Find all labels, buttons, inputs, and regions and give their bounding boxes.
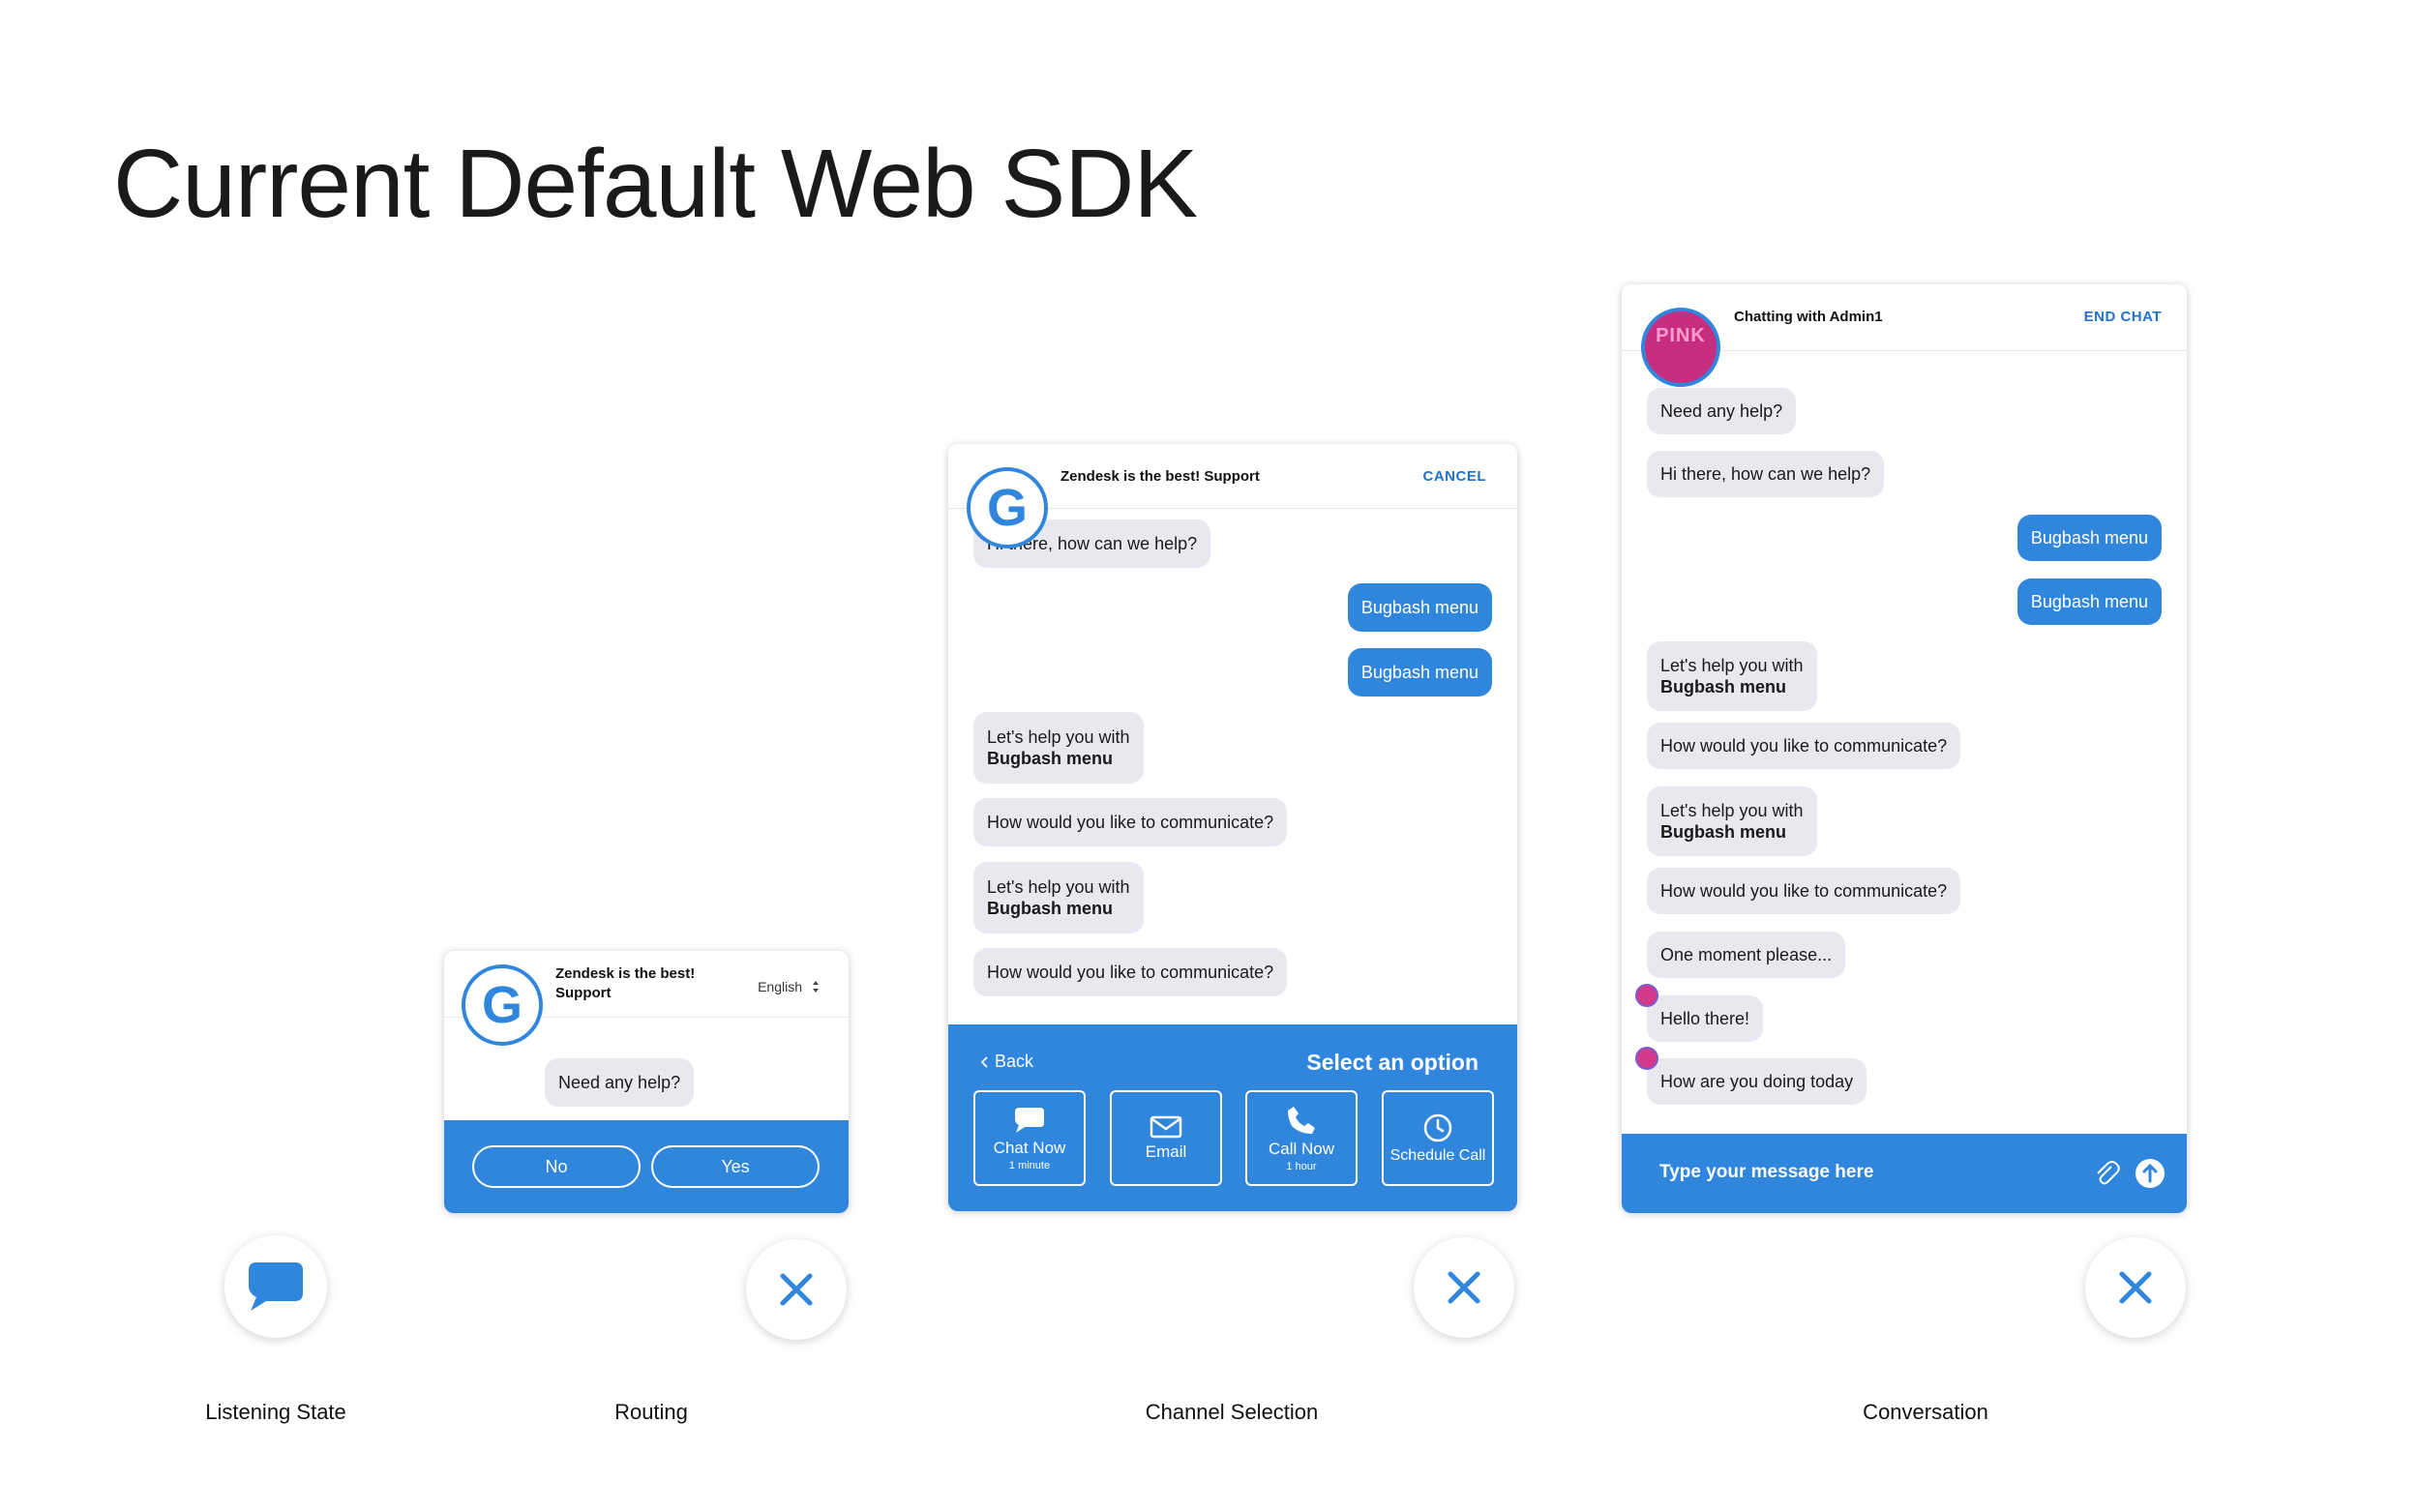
cancel-button[interactable]: CANCEL <box>1423 468 1487 485</box>
end-chat-button[interactable]: END CHAT <box>2084 309 2162 325</box>
agent-avatar-text: PINK <box>1656 325 1706 346</box>
message-input[interactable]: Type your message here <box>1659 1162 1873 1183</box>
close-icon <box>1448 1271 1480 1304</box>
message-bot: One moment please... <box>1647 932 1846 978</box>
caption-conversation: Conversation <box>1863 1400 1988 1424</box>
email-option[interactable]: Email <box>1110 1090 1222 1186</box>
caption-channel: Channel Selection <box>1145 1400 1319 1424</box>
select-option-heading: Select an option <box>1306 1050 1478 1075</box>
message-bot: How would you like to communicate? <box>973 798 1288 846</box>
chevron-left-icon <box>981 1055 988 1068</box>
message-agent: Hello there! <box>1647 995 1764 1042</box>
channel-widget: Zendesk is the best! Support CANCEL G Hi… <box>948 444 1517 1211</box>
back-button[interactable]: Back <box>981 1052 1033 1072</box>
message-bot: How would you like to communicate? <box>1647 723 1961 769</box>
phone-icon <box>1288 1106 1315 1134</box>
conversation-header-title: Chatting with Admin1 <box>1734 309 1883 325</box>
routing-message: Need any help? <box>545 1058 695 1107</box>
close-icon <box>2119 1271 2152 1304</box>
brand-avatar: G <box>967 467 1048 548</box>
chat-bubble-icon <box>1015 1107 1044 1133</box>
paperclip-icon[interactable] <box>2092 1159 2121 1188</box>
agent-mini-avatar <box>1635 984 1658 1007</box>
message-bot: How would you like to communicate? <box>973 948 1288 996</box>
chat-bubble-icon <box>249 1262 303 1311</box>
conversation-composer: Type your message here <box>1622 1134 2187 1213</box>
channel-footer: Back Select an option Chat Now 1 minute … <box>948 1024 1517 1211</box>
language-label: English <box>758 979 802 994</box>
message-bot: Let's help you with Bugbash menu <box>973 862 1144 934</box>
call-now-label: Call Now <box>1268 1139 1335 1158</box>
message-user: Bugbash menu <box>1347 648 1492 697</box>
message-user: Bugbash menu <box>2016 578 2162 625</box>
close-icon <box>780 1273 813 1306</box>
caption-listening: Listening State <box>205 1400 346 1424</box>
message-bot: Let's help you with Bugbash menu <box>973 712 1144 784</box>
routing-header-title: Zendesk is the best! Support <box>555 965 696 1002</box>
message-bot: Let's help you with Bugbash menu <box>1647 786 1817 856</box>
conversation-widget: Chatting with Admin1 END CHAT PINK Need … <box>1622 284 2187 1213</box>
schedule-call-label: Schedule Call <box>1389 1146 1486 1164</box>
message-bot: Hi there, how can we help? <box>1647 451 1885 497</box>
close-button-conversation[interactable] <box>2085 1237 2186 1338</box>
agent-mini-avatar <box>1635 1047 1658 1070</box>
clock-icon <box>1423 1113 1452 1141</box>
launcher-button[interactable] <box>224 1235 327 1338</box>
message-bot: Let's help you with Bugbash menu <box>1647 641 1817 711</box>
no-button[interactable]: No <box>472 1145 641 1188</box>
chat-now-option[interactable]: Chat Now 1 minute <box>973 1090 1086 1186</box>
close-button-routing[interactable] <box>746 1239 847 1340</box>
schedule-call-option[interactable]: Schedule Call <box>1382 1090 1494 1186</box>
send-icon[interactable] <box>2135 1158 2165 1189</box>
brand-avatar: G <box>462 964 543 1046</box>
email-label: Email <box>1145 1141 1187 1161</box>
call-now-wait: 1 hour <box>1286 1160 1317 1172</box>
sort-arrows-icon <box>813 981 819 993</box>
message-bot: How would you like to communicate? <box>1647 868 1961 914</box>
chat-now-wait: 1 minute <box>1008 1159 1051 1171</box>
chat-now-label: Chat Now <box>993 1138 1066 1157</box>
close-button-channel[interactable] <box>1414 1237 1514 1338</box>
routing-footer: No Yes <box>444 1120 849 1213</box>
message-user: Bugbash menu <box>1347 583 1492 632</box>
message-user: Bugbash menu <box>2016 515 2162 561</box>
yes-button[interactable]: Yes <box>651 1145 820 1188</box>
envelope-icon <box>1150 1115 1182 1138</box>
message-bot: Need any help? <box>1647 388 1797 434</box>
routing-widget: Zendesk is the best! Support English G N… <box>444 951 849 1213</box>
channel-header-title: Zendesk is the best! Support <box>1060 468 1260 485</box>
page-title: Current Default Web SDK <box>113 130 1198 238</box>
caption-routing: Routing <box>614 1400 688 1424</box>
language-select[interactable]: English <box>758 979 820 994</box>
message-agent: How are you doing today <box>1647 1058 1867 1105</box>
agent-avatar: PINK <box>1641 308 1720 387</box>
call-now-option[interactable]: Call Now 1 hour <box>1245 1090 1358 1186</box>
